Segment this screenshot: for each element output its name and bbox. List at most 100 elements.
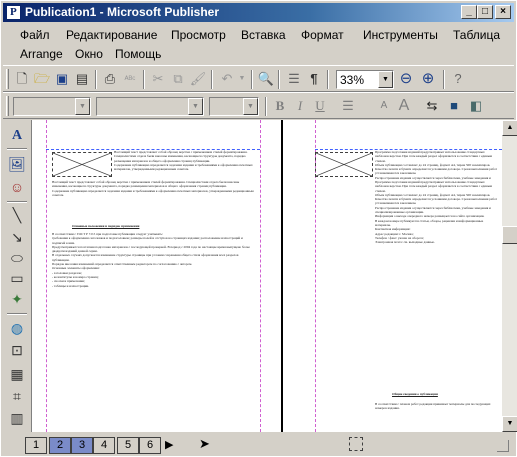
chevron-down-icon[interactable]: ▼ <box>75 98 90 115</box>
page-button-6[interactable]: 6 <box>139 437 161 454</box>
toolbar-separator <box>7 148 27 150</box>
clipart-icon[interactable]: ☺ <box>7 177 27 197</box>
menu-bar: Файл Редактирование Просмотр Вставка Фор… <box>3 23 514 65</box>
toolbar-separator <box>278 70 280 89</box>
heading-left[interactable]: Основные положения и порядок применения <box>72 224 252 230</box>
page-button-1[interactable]: 1 <box>25 437 47 454</box>
font-size-combo[interactable]: ▼ <box>209 97 259 116</box>
align-justify-icon[interactable]: ☰ <box>339 97 357 115</box>
toolbar-grip[interactable] <box>6 96 9 116</box>
menu-edit[interactable]: Редактирование <box>66 28 157 42</box>
line-icon[interactable]: ╲ <box>7 205 27 225</box>
arrow-icon[interactable]: ↘ <box>7 227 27 247</box>
menu-format[interactable]: Формат <box>301 28 344 42</box>
scroll-down-icon[interactable]: ▼ <box>502 416 517 432</box>
toolbar-separator <box>7 313 27 315</box>
chevron-down-icon[interactable]: ▼ <box>188 98 203 115</box>
cut-icon[interactable]: ✂ <box>149 70 167 88</box>
autoshape-icon[interactable]: ✦ <box>7 289 27 309</box>
fill-color-icon[interactable]: ■ <box>445 97 463 115</box>
chevron-down-icon[interactable]: ▼ <box>243 98 258 115</box>
picture-frame-placeholder[interactable] <box>315 152 373 177</box>
font-combo[interactable]: ▼ <box>96 97 204 116</box>
bold-button[interactable]: B <box>271 97 289 115</box>
menu-window[interactable]: Окно <box>75 47 103 61</box>
text-frame-left-top-cont[interactable]: Настоящий текст представляет собой образ… <box>52 180 254 223</box>
zoom-magnify-icon[interactable]: 🔍 <box>257 70 275 88</box>
text-frame-right-top[interactable]: Программа подготовки изданий предусматри… <box>375 150 499 180</box>
page-button-4[interactable]: 4 <box>93 437 115 454</box>
web-page-preview-icon[interactable]: ▤ <box>73 70 91 88</box>
zoom-in-icon[interactable]: ⊕ <box>419 70 437 88</box>
standard-toolbar: 🗋 🗁 ▣ ▤ ⎙ ᴬᴮᶜ ✂ ⧉ 🖌 ↶ ▼ 🔍 ☰ ¶ 33% ▼ ⊖ ⊕ … <box>3 65 514 92</box>
menu-arrange[interactable]: Arrange <box>20 47 63 61</box>
empty-frame-icon <box>315 152 373 177</box>
page-button-2[interactable]: 2 <box>49 437 71 454</box>
toolbar-grip[interactable] <box>6 69 9 89</box>
cursor-arrow-icon: ➤ <box>199 436 210 451</box>
page-button-5[interactable]: 5 <box>117 437 139 454</box>
scroll-up-icon[interactable]: ▲ <box>502 120 517 136</box>
toolbar-separator <box>95 70 97 89</box>
new-icon[interactable]: 🗋 <box>13 70 31 88</box>
publisher-app-icon[interactable] <box>6 5 21 20</box>
page-button-3[interactable]: 3 <box>71 437 93 454</box>
maximize-button[interactable]: □ <box>477 5 493 19</box>
format-painter-icon[interactable]: 🖌 <box>189 70 207 88</box>
picture-frame-placeholder[interactable] <box>52 152 112 177</box>
hotspot-icon[interactable]: ⊡ <box>7 340 27 360</box>
open-icon[interactable]: 🗁 <box>33 70 51 88</box>
empty-frame-icon <box>52 152 112 177</box>
pilcrow-icon[interactable]: ¶ <box>305 70 323 88</box>
resize-grip-icon[interactable] <box>497 440 509 452</box>
close-button[interactable]: × <box>495 5 511 19</box>
oval-icon[interactable]: ⬭ <box>7 248 27 268</box>
toolbar-separator <box>265 97 267 116</box>
copy-icon[interactable]: ⧉ <box>169 70 187 88</box>
spelling-icon[interactable]: ᴬᴮᶜ <box>121 70 139 88</box>
undo-dropdown-icon[interactable]: ▼ <box>233 70 251 88</box>
italic-button[interactable]: I <box>291 97 309 115</box>
save-icon[interactable]: ▣ <box>53 70 71 88</box>
chevron-down-icon[interactable]: ▼ <box>378 71 393 88</box>
menu-insert[interactable]: Вставка <box>241 28 286 42</box>
underline-button[interactable]: U <box>311 97 329 115</box>
next-page-icon[interactable]: ▶ <box>165 438 173 451</box>
scroll-thumb[interactable] <box>502 226 517 244</box>
menu-file[interactable]: Файл <box>20 28 50 42</box>
3d-icon[interactable]: ◧ <box>467 97 485 115</box>
form-control-icon[interactable]: ▦ <box>7 364 27 384</box>
toolbar-separator <box>251 70 253 89</box>
print-icon[interactable]: ⎙ <box>101 70 119 88</box>
text-frame-left-top[interactable]: Настоящий текст представляет собой образ… <box>114 150 254 180</box>
menu-help[interactable]: Помощь <box>115 47 161 61</box>
margin-guide <box>260 120 261 432</box>
vertical-scrollbar[interactable]: ▲ ▼ <box>502 120 517 432</box>
picture-frame-icon[interactable]: 🖼 <box>7 154 27 174</box>
publication-workspace[interactable]: Настоящий текст представляет собой образ… <box>32 120 502 432</box>
title-bar[interactable]: Publication1 - Microsoft Publisher _ □ × <box>3 3 514 22</box>
zoom-combo[interactable]: 33% ▼ <box>336 70 394 89</box>
text-frame-right-end[interactable]: В соответствии с планом работ редакция п… <box>375 402 499 428</box>
style-combo[interactable]: ▼ <box>13 97 91 116</box>
menu-view[interactable]: Просмотр <box>171 28 226 42</box>
text-frame-left-body[interactable]: В соответствии с ГОСТ Р 7.0.5 при подгот… <box>52 232 254 428</box>
rectangle-icon[interactable]: ▭ <box>7 268 27 288</box>
font-size-up-button[interactable]: A <box>395 97 413 115</box>
columns-icon[interactable]: ☰ <box>285 70 303 88</box>
font-size-down-button[interactable]: A <box>375 97 393 115</box>
line-spacing-icon[interactable]: ⇆ <box>423 97 441 115</box>
text-frame-right-body[interactable]: Программа подготовки изданий предусматри… <box>375 180 499 388</box>
help-icon[interactable]: ? <box>449 70 467 88</box>
menu-table[interactable]: Таблица <box>453 28 500 42</box>
web-icon[interactable]: ◍ <box>7 318 27 338</box>
html-fragment-icon[interactable]: ⌗ <box>7 386 27 406</box>
text-frame-icon[interactable]: A <box>7 126 27 146</box>
design-gallery-icon[interactable]: ▥ <box>7 408 27 428</box>
zoom-out-icon[interactable]: ⊖ <box>397 70 415 88</box>
formatting-toolbar: ▼ ▼ ▼ B I U ☰ A A ⇆ ■ ◧ <box>3 92 514 119</box>
minimize-button[interactable]: _ <box>461 5 477 19</box>
object-position-icon <box>349 437 363 451</box>
heading-right[interactable]: Общие сведения о публикации <box>392 392 492 398</box>
menu-tools[interactable]: Инструменты <box>363 28 438 42</box>
